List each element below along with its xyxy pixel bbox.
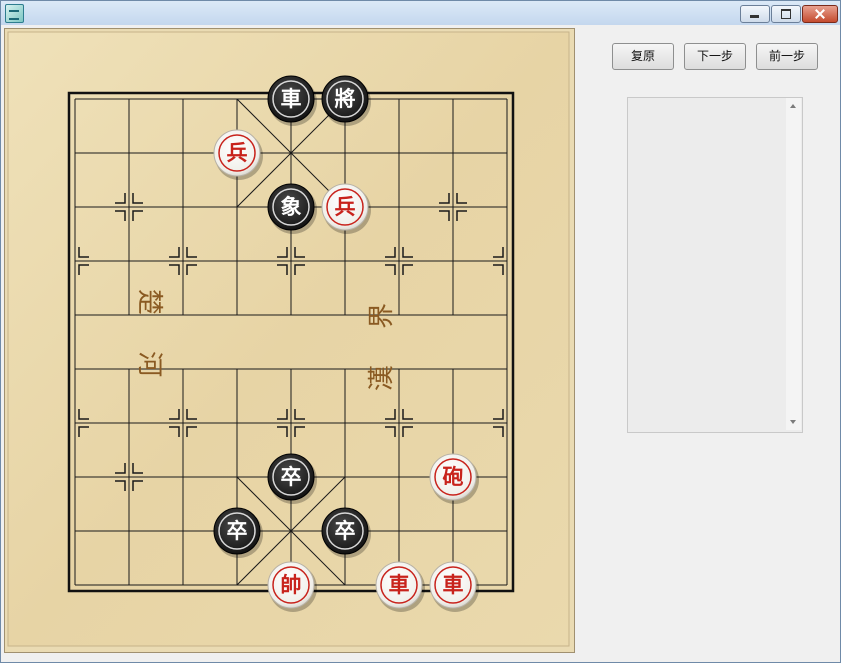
- previous-step-button[interactable]: 前一步: [756, 43, 818, 70]
- piece-label: 卒: [227, 519, 248, 543]
- piece-label: 兵: [335, 195, 356, 219]
- scroll-down-arrow-icon[interactable]: [790, 420, 796, 424]
- river-label-right: 漢 界: [367, 289, 397, 391]
- piece-label: 車: [389, 573, 410, 597]
- move-list-scrollbar[interactable]: [786, 98, 801, 430]
- river-label-left: 楚 河: [134, 289, 164, 391]
- app-icon[interactable]: [5, 4, 24, 23]
- maximize-button[interactable]: [771, 5, 801, 23]
- piece-label: 車: [281, 87, 302, 111]
- move-list[interactable]: [627, 97, 803, 433]
- xiangqi-board[interactable]: 楚 河 漢 界 車將兵象 兵卒 砲卒 卒帥車車: [5, 29, 574, 652]
- next-step-button[interactable]: 下一步: [684, 43, 746, 70]
- scroll-up-arrow-icon[interactable]: [790, 104, 796, 108]
- piece-label: 象: [281, 195, 302, 219]
- piece-label: 兵: [227, 141, 248, 165]
- restore-button[interactable]: 复原: [612, 43, 674, 70]
- chess-board-panel[interactable]: 楚 河 漢 界 車將兵象兵卒砲卒卒帥車車: [4, 28, 575, 653]
- piece-label: 車: [443, 573, 464, 597]
- minimize-button[interactable]: [740, 5, 770, 23]
- piece-label: 卒: [281, 465, 302, 489]
- piece-label: 砲: [443, 465, 464, 489]
- piece-label: 卒: [335, 519, 356, 543]
- piece-label: 帥: [281, 573, 302, 597]
- piece-label: 將: [335, 87, 356, 111]
- title-bar[interactable]: [1, 1, 840, 25]
- close-button[interactable]: [802, 5, 838, 23]
